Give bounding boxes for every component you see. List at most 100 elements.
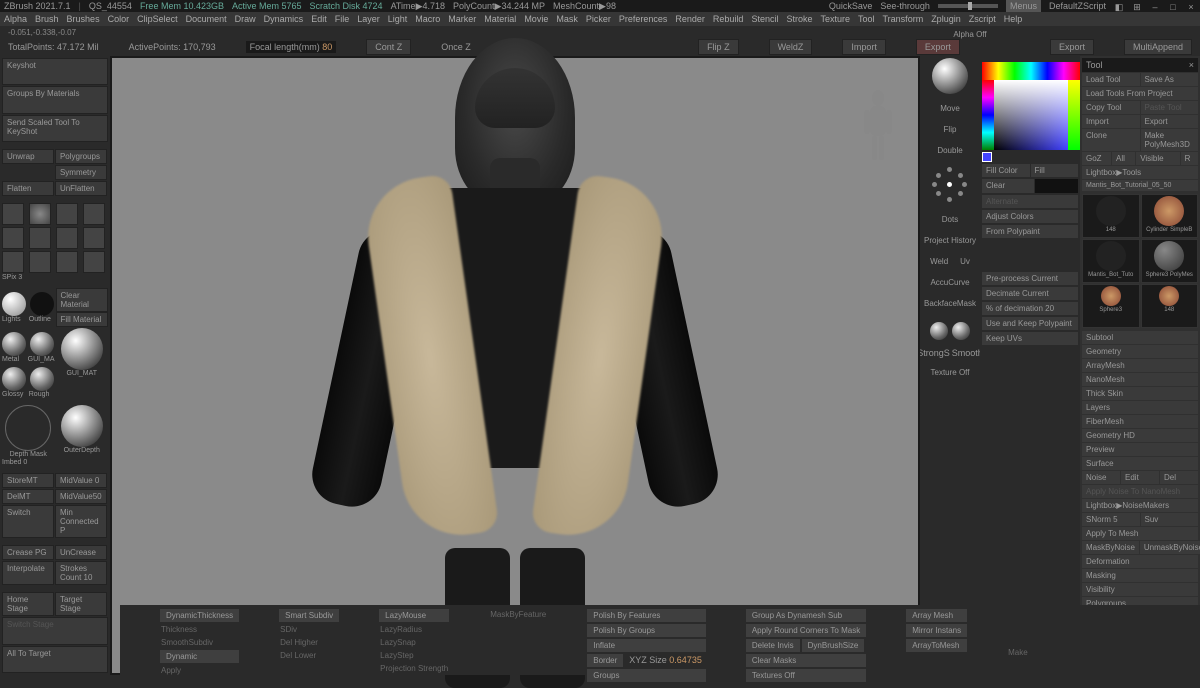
weld-button[interactable]: Weld	[928, 255, 950, 268]
texturesoff-button[interactable]: Textures Off	[746, 669, 866, 682]
menu-layer[interactable]: Layer	[357, 14, 380, 24]
default-script[interactable]: DefaultZScript	[1049, 1, 1106, 11]
midval-button[interactable]: MidValue 0	[55, 473, 107, 488]
menus-button[interactable]: Menus	[1006, 0, 1041, 12]
menu-stroke[interactable]: Stroke	[786, 14, 812, 24]
applynoise-button[interactable]: Apply Noise To NanoMesh	[1082, 485, 1198, 498]
clear-button[interactable]: Clear	[982, 179, 1034, 193]
menu-picker[interactable]: Picker	[586, 14, 611, 24]
tool-thumb[interactable]: Sphere3	[1082, 284, 1140, 328]
menu-texture[interactable]: Texture	[820, 14, 850, 24]
menu-light[interactable]: Light	[388, 14, 408, 24]
layers-accordion[interactable]: Layers	[1082, 401, 1198, 414]
menu-help[interactable]: Help	[1004, 14, 1023, 24]
menu-brushes[interactable]: Brushes	[67, 14, 100, 24]
keepuvs-button[interactable]: Keep UVs	[982, 332, 1078, 345]
flip-button[interactable]: Flip	[942, 123, 959, 136]
black-swatch[interactable]	[1035, 179, 1079, 193]
suv-button[interactable]: Suv	[1141, 513, 1199, 526]
apply-label[interactable]: Apply	[160, 665, 239, 676]
polygroups-button[interactable]: Polygroups	[55, 149, 107, 164]
menu-render[interactable]: Render	[675, 14, 705, 24]
menu-stencil[interactable]: Stencil	[751, 14, 778, 24]
menu-brush[interactable]: Brush	[35, 14, 59, 24]
viewport[interactable]	[110, 56, 920, 675]
double-button[interactable]: Double	[935, 144, 964, 157]
move-sphere[interactable]	[932, 58, 968, 94]
goz-button[interactable]: GoZ	[1082, 152, 1111, 165]
dynthick-header[interactable]: DynamicThickness	[160, 609, 239, 622]
brush-grid[interactable]	[2, 203, 108, 273]
dots-grid[interactable]	[930, 165, 970, 205]
switch-button[interactable]: Switch	[2, 505, 54, 538]
menu-zscript[interactable]: Zscript	[969, 14, 996, 24]
pastetool-button[interactable]: Paste Tool	[1141, 101, 1199, 114]
make-button[interactable]: Make	[1007, 647, 1029, 658]
rough-sphere[interactable]	[30, 367, 54, 391]
menu-preferences[interactable]: Preferences	[619, 14, 668, 24]
arraymesh-accordion[interactable]: ArrayMesh	[1082, 359, 1198, 372]
menu-rebuild[interactable]: Rebuild	[713, 14, 744, 24]
menu-color[interactable]: Color	[108, 14, 130, 24]
projhist-button[interactable]: Project History	[922, 234, 978, 247]
mirrorinstans-button[interactable]: Mirror Instans	[906, 624, 967, 637]
alternate-button[interactable]: Alternate	[982, 195, 1078, 208]
close-panel-icon[interactable]: ×	[1189, 60, 1194, 70]
menu-clipselect[interactable]: ClipSelect	[137, 14, 178, 24]
menu-transform[interactable]: Transform	[883, 14, 924, 24]
border-button[interactable]: Border	[587, 654, 623, 667]
alltotarget-button[interactable]: All To Target	[2, 646, 108, 673]
lightbox-tools-button[interactable]: Lightbox▶Tools	[1082, 166, 1198, 179]
quicksave-button[interactable]: QuickSave	[829, 1, 873, 11]
delmt-button[interactable]: DelMT	[2, 489, 54, 504]
smooth-sphere[interactable]	[952, 322, 970, 340]
flipz-button[interactable]: Flip Z	[698, 39, 739, 55]
tool-thumb[interactable]: Sphere3 PolyMes	[1141, 239, 1199, 283]
flatten-button[interactable]: Flatten	[2, 181, 54, 196]
minconnected-button[interactable]: Min Connected P	[55, 505, 107, 538]
color-picker[interactable]	[982, 62, 1080, 162]
fill-button[interactable]: Fill	[1031, 164, 1079, 177]
symmetry-button2[interactable]: Symmetry	[55, 165, 107, 180]
sendscaled-button[interactable]: Send Scaled Tool To KeyShot	[2, 115, 108, 142]
saveas-button[interactable]: Save As	[1141, 73, 1199, 86]
geometry-accordion[interactable]: Geometry	[1082, 345, 1198, 358]
deleteinvis-button[interactable]: Delete Invis	[746, 639, 800, 652]
pctdec-button[interactable]: % of decimation 20	[982, 302, 1078, 315]
menu-file[interactable]: File	[335, 14, 350, 24]
accucurve-button[interactable]: AccuCurve	[928, 276, 971, 289]
noisemakers-button[interactable]: Lightbox▶NoiseMakers	[1082, 499, 1198, 512]
usekeep-button[interactable]: Use and Keep Polypaint	[982, 317, 1078, 330]
strongs-sphere[interactable]	[930, 322, 948, 340]
maximize-icon[interactable]: □	[1168, 2, 1178, 10]
light-sphere[interactable]	[2, 292, 26, 316]
lazymouse-header[interactable]: LazyMouse	[379, 609, 449, 622]
weldz-button[interactable]: WeldZ	[769, 39, 813, 55]
strokescount-button[interactable]: Strokes Count 10	[55, 561, 107, 585]
tool-thumb[interactable]: Cylinder SimpleB	[1141, 194, 1199, 238]
arraymesh-button[interactable]: Array Mesh	[906, 609, 967, 622]
uncrease-button[interactable]: UnCrease	[55, 545, 107, 560]
import-button[interactable]: Import	[842, 39, 886, 55]
polishfeat-button[interactable]: Polish By Features	[587, 609, 706, 622]
icon-2[interactable]: ⊞	[1132, 2, 1142, 10]
storemt-button[interactable]: StoreMT	[2, 473, 54, 488]
r-button[interactable]: R	[1181, 152, 1198, 165]
menu-edit[interactable]: Edit	[311, 14, 327, 24]
export-button[interactable]: Export	[916, 39, 960, 55]
outerdepth-sphere[interactable]	[61, 405, 103, 447]
groups-button[interactable]: Groups By Materials	[2, 86, 108, 113]
tool-thumb[interactable]: Mantis_Bot_Tuto	[1082, 239, 1140, 283]
frompoly-button[interactable]: From Polypaint	[982, 225, 1078, 238]
dellower-button[interactable]: Del Lower	[279, 650, 339, 661]
material-preview[interactable]	[61, 328, 103, 370]
import-tool-button[interactable]: Import	[1082, 115, 1140, 128]
interpolate-button[interactable]: Interpolate	[2, 561, 54, 585]
reference-silhouette-icon[interactable]	[858, 88, 898, 168]
masking-accordion[interactable]: Masking	[1082, 569, 1198, 582]
current-tool[interactable]: Mantis_Bot_Tutorial_05_50	[1082, 180, 1198, 191]
menu-dynamics[interactable]: Dynamics	[264, 14, 304, 24]
groupdynamesh-button[interactable]: Group As Dynamesh Sub	[746, 609, 866, 622]
menu-draw[interactable]: Draw	[235, 14, 256, 24]
applymesh-button[interactable]: Apply To Mesh	[1082, 527, 1198, 540]
